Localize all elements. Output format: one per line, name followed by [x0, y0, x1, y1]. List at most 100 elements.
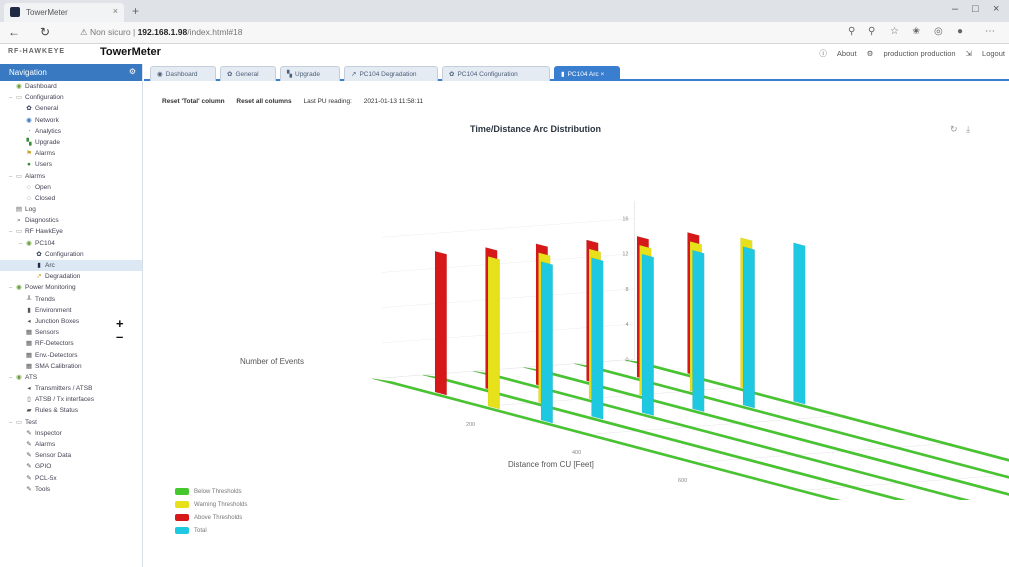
minimize-icon[interactable]: – [952, 3, 958, 15]
user-link[interactable]: ⚙ production production [867, 49, 956, 58]
chart-title: Time/Distance Arc Distribution [470, 124, 602, 134]
sidebar-item[interactable]: ◔ Analytics [0, 126, 142, 137]
sidebar-item[interactable]: ▯ ATSB / Tx interfaces [0, 394, 142, 405]
sidebar-item[interactable]: ▮ Environment [0, 305, 142, 316]
event-bar [487, 256, 500, 410]
url-input[interactable]: ⚠ Non sicuro | 192.168.1.98/index.html#1… [80, 24, 840, 41]
page-tab[interactable]: ▚ Upgrade [280, 66, 340, 81]
download-chart-icon[interactable]: ⤓ [966, 124, 970, 134]
sidebar-item[interactable]: ◌ Open [0, 182, 142, 193]
sidebar-item[interactable]: – ◉ PC104 [0, 238, 142, 249]
page-tab[interactable]: ✿ PC104 Configuration [442, 66, 550, 81]
rules-icon: ▰ [26, 407, 32, 415]
sidebar-item[interactable]: ✎ PCL-5x [0, 473, 142, 484]
sidebar-item[interactable]: – ◉ ATS [0, 372, 142, 383]
sidebar-item-label: Trends [35, 295, 55, 303]
sidebar-item-label: Analytics [35, 127, 62, 135]
sidebar-item[interactable]: ▦ Env.-Detectors [0, 350, 142, 361]
sidebar-item[interactable]: ◉ Dashboard [0, 81, 142, 92]
maximize-icon[interactable]: □ [972, 3, 979, 15]
reload-icon[interactable]: ↻ [40, 25, 50, 39]
close-window-icon[interactable]: × [993, 3, 999, 15]
sidebar-item[interactable]: ⌕ Diagnostics [0, 215, 142, 226]
favorites-icon[interactable]: ✬ [912, 26, 920, 37]
legend-label: Total [194, 528, 207, 535]
site-favicon-icon [10, 7, 20, 17]
legend-item[interactable]: Below Thresholds [175, 488, 247, 501]
sidebar-item[interactable]: ✎ Inspector [0, 428, 142, 439]
close-tab-icon[interactable]: × [113, 6, 118, 16]
close-tab-icon[interactable]: × [599, 71, 604, 78]
sidebar-item[interactable]: ▤ Log [0, 204, 142, 215]
reset-all-button[interactable]: Reset all columns [236, 98, 291, 105]
zoom-in-icon[interactable]: ⚲ [868, 26, 875, 37]
gear-icon: ✿ [26, 105, 32, 113]
legend-item[interactable]: Warning Thresholds [175, 501, 247, 514]
sidebar-item[interactable]: ▰ Rules & Status [0, 405, 142, 416]
page-tab[interactable]: ▮ PC104 Arc × [554, 66, 620, 81]
collapse-all-button[interactable]: – [116, 329, 123, 344]
about-link[interactable]: ⓘ About [819, 49, 856, 58]
extensions-icon[interactable]: ◎ [934, 26, 943, 37]
sidebar-item-label: Dashboard [25, 83, 57, 90]
sidebar-settings-icon[interactable]: ⚙ [129, 67, 136, 76]
wrench-icon: ✎ [26, 485, 32, 493]
refresh-chart-icon[interactable]: ↻ [950, 124, 958, 134]
page-tab[interactable]: ✿ General [220, 66, 276, 81]
trends-icon: ╨ [26, 295, 32, 303]
sidebar-item[interactable]: – ▭ Test [0, 417, 142, 428]
event-bar [591, 257, 604, 420]
sidebar-item[interactable]: ▚ Upgrade [0, 137, 142, 148]
legend-item[interactable]: Total [175, 527, 247, 540]
star-icon[interactable]: ☆ [890, 26, 899, 37]
degradation-icon: ↗ [36, 273, 42, 281]
sidebar-item[interactable]: ✎ Alarms [0, 439, 142, 450]
page-tab-label: Dashboard [165, 71, 198, 78]
sidebar-item[interactable]: ⚑ Alarms [0, 148, 142, 159]
legend-label: Warning Thresholds [194, 502, 248, 509]
sidebar-item[interactable]: ▮ Arc [0, 260, 142, 272]
page-tab[interactable]: ↗ PC104 Degradation [344, 66, 438, 81]
zoom-out-icon[interactable]: ⚲ [848, 26, 855, 37]
alarm-icon: ⚑ [26, 150, 32, 158]
sidebar-item-label: RF-Detectors [35, 340, 74, 348]
wrench-icon: ✎ [26, 441, 32, 448]
more-icon[interactable]: ⋯ [985, 26, 995, 37]
sidebar-item[interactable]: ▦ SMA Calibration [0, 361, 142, 372]
sidebar-item[interactable]: – ▭ RF HawkEye [0, 226, 142, 237]
event-bar [793, 242, 806, 405]
degradation-icon: ↗ [351, 71, 357, 78]
url-path: /index.html#18 [187, 27, 243, 37]
page-tab[interactable]: ◉ Dashboard [150, 66, 216, 81]
sidebar-item[interactable]: – ▭ Alarms [0, 171, 142, 182]
sidebar-item[interactable]: ↗ Degradation [0, 271, 142, 282]
legend-item[interactable]: Above Thresholds [175, 514, 247, 527]
logout-link[interactable]: ⇲ Logout [966, 49, 1005, 58]
sidebar-item[interactable]: ╨ Trends [0, 294, 142, 305]
sidebar-item[interactable]: – ◉ Power Monitoring [0, 282, 142, 293]
sidebar-item-label: RF HawkEye [25, 228, 63, 236]
back-icon[interactable]: ← [8, 25, 20, 39]
sidebar-item[interactable]: ✎ GPIO [0, 461, 142, 472]
log-icon: ▤ [15, 206, 23, 214]
new-tab-icon[interactable]: + [132, 4, 139, 18]
sidebar-item[interactable]: ✿ General [0, 103, 142, 114]
url-host: 192.168.1.98 [137, 27, 188, 37]
sidebar-item-label: Arc [45, 262, 55, 269]
gear-icon: ✿ [36, 250, 42, 258]
sidebar-item[interactable]: ✎ Sensor Data [0, 450, 142, 461]
reset-total-button[interactable]: Reset 'Total' column [162, 98, 225, 105]
sidebar-item[interactable]: ✿ Configuration [0, 249, 142, 260]
browser-tab[interactable]: TowerMeter × [4, 3, 124, 22]
sidebar-item-label: Transmitters / ATSB [35, 385, 93, 393]
page-tab-label: General [235, 71, 259, 78]
sidebar-item[interactable]: – ▭ Configuration [0, 92, 142, 103]
sidebar-item[interactable]: ✎ Tools [0, 484, 142, 495]
sidebar-item[interactable]: ◂ Transmitters / ATSB [0, 383, 142, 394]
sidebar-item[interactable]: ◌ Closed [0, 193, 142, 204]
sidebar-title: Navigation [9, 68, 47, 77]
security-label: Non sicuro [89, 27, 131, 37]
sidebar-item[interactable]: ● Users [0, 159, 142, 170]
sidebar-item[interactable]: ◉ Network [0, 115, 142, 126]
profile-icon[interactable]: ● [957, 26, 963, 37]
